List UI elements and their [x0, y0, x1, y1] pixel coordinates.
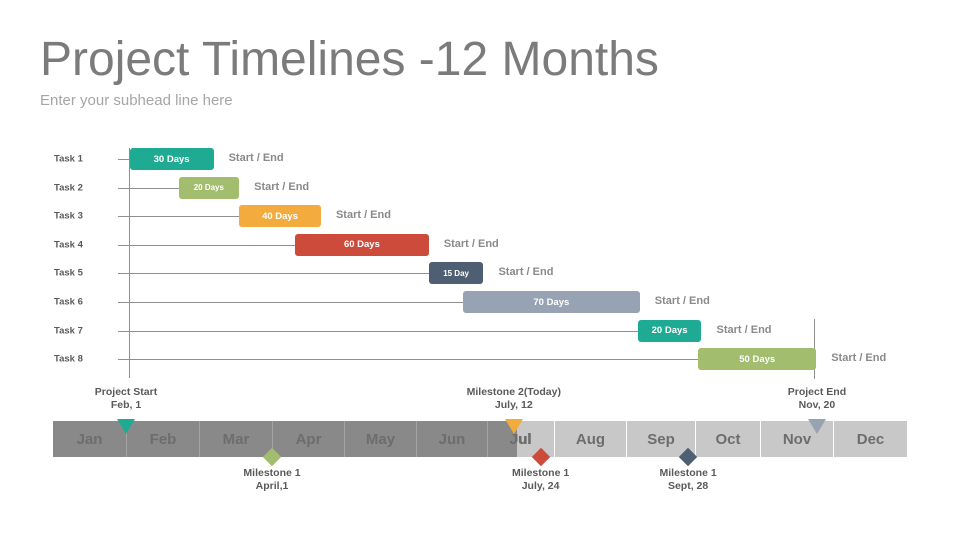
task-bar[interactable]: 30 Days [129, 148, 214, 170]
task-start-end-label: Start / End [716, 323, 772, 336]
milestone-date: Nov, 20 [798, 399, 836, 411]
task-start-end-label: Start / End [498, 266, 554, 279]
milestone-title: Milestone 1 [659, 467, 717, 479]
task-label: Task 3 [54, 210, 83, 222]
task-duration-label: 60 Days [343, 239, 380, 251]
milestone-triangle-icon[interactable] [504, 419, 523, 434]
milestone-date: April,1 [255, 480, 289, 492]
month-cell-apr: Apr [272, 421, 344, 457]
task-bar[interactable]: 50 Days [698, 348, 817, 371]
month-cell-jan: Jan [53, 421, 126, 457]
task-duration-label: 30 Days [153, 153, 190, 165]
task-connector-line [118, 187, 179, 189]
task-duration-label: 70 Days [533, 296, 570, 308]
milestone-label: Milestone 2(Today) July, 12 [467, 386, 561, 412]
milestone-date: July, 24 [521, 480, 560, 492]
task-start-end-label: Start / End [228, 152, 284, 164]
task-start-end-label: Start / End [654, 295, 710, 307]
milestone-label: Milestone 1 Sept, 28 [660, 467, 717, 493]
milestone-label: Milestone 1 July, 24 [512, 467, 569, 493]
gantt-chart: Task 1 30 Days Start / End Task 2 20 Days Sta… [0, 0, 960, 540]
task-bar[interactable]: 20 Days [637, 319, 702, 342]
task-connector-line [118, 330, 638, 332]
task-bar[interactable]: 15 Day [428, 262, 484, 285]
task-duration-label: 50 Days [739, 353, 776, 365]
task-start-end-label: Start / End [831, 352, 887, 365]
task-label: Task 5 [54, 267, 83, 279]
month-cell-dec: Dec [833, 421, 907, 457]
milestone-date: Sept, 28 [667, 480, 709, 492]
task-connector-line [118, 159, 130, 160]
milestone-label: Milestone 1 April,1 [243, 467, 300, 493]
month-cell-feb: Feb [126, 421, 199, 457]
milestone-title: Project Start [94, 386, 158, 398]
milestone-title: Milestone 1 [243, 467, 301, 479]
task-connector-line [118, 244, 296, 246]
task-start-end-label: Start / End [443, 237, 499, 250]
task-duration-label: 15 Day [443, 268, 469, 278]
task-bar[interactable]: 70 Days [462, 291, 640, 313]
task-connector-line [118, 216, 240, 218]
milestone-date: July, 12 [494, 399, 533, 411]
milestone-date: Feb, 1 [110, 399, 142, 411]
task-duration-label: 20 Days [651, 325, 688, 337]
milestone-title: Milestone 2(Today) [466, 386, 561, 398]
task-label: Task 2 [54, 182, 83, 194]
task-label: Task 7 [54, 325, 83, 337]
milestone-title: Milestone 1 [512, 467, 570, 479]
task-label: Task 8 [54, 353, 83, 365]
task-bar[interactable]: 60 Days [295, 233, 429, 256]
milestone-triangle-icon[interactable] [117, 419, 135, 434]
task-duration-label: 40 Days [262, 210, 298, 222]
task-bar[interactable]: 20 Days [178, 176, 240, 199]
milestone-label: Project Start Feb, 1 [95, 386, 157, 412]
milestone-title: Project End [787, 386, 847, 398]
month-cell-jun: Jun [416, 421, 487, 457]
task-connector-line [118, 302, 463, 303]
task-start-end-label: Start / End [335, 209, 391, 222]
task-bar[interactable]: 40 Days [239, 205, 321, 228]
task-duration-label: 20 Days [193, 183, 224, 193]
project-start-line [129, 148, 130, 378]
task-connector-line [118, 359, 699, 361]
month-cell-may: May [344, 421, 416, 457]
task-connector-line [118, 273, 429, 275]
task-label: Task 1 [54, 153, 83, 165]
task-start-end-label: Start / End [254, 180, 310, 193]
task-label: Task 4 [54, 239, 83, 251]
month-cell-aug: Aug [554, 421, 626, 457]
milestone-label: Project End Nov, 20 [788, 386, 846, 412]
month-cell-mar: Mar [199, 421, 272, 457]
month-cell-oct: Oct [695, 421, 760, 457]
milestone-triangle-icon[interactable] [807, 419, 826, 434]
task-label: Task 6 [54, 296, 83, 308]
